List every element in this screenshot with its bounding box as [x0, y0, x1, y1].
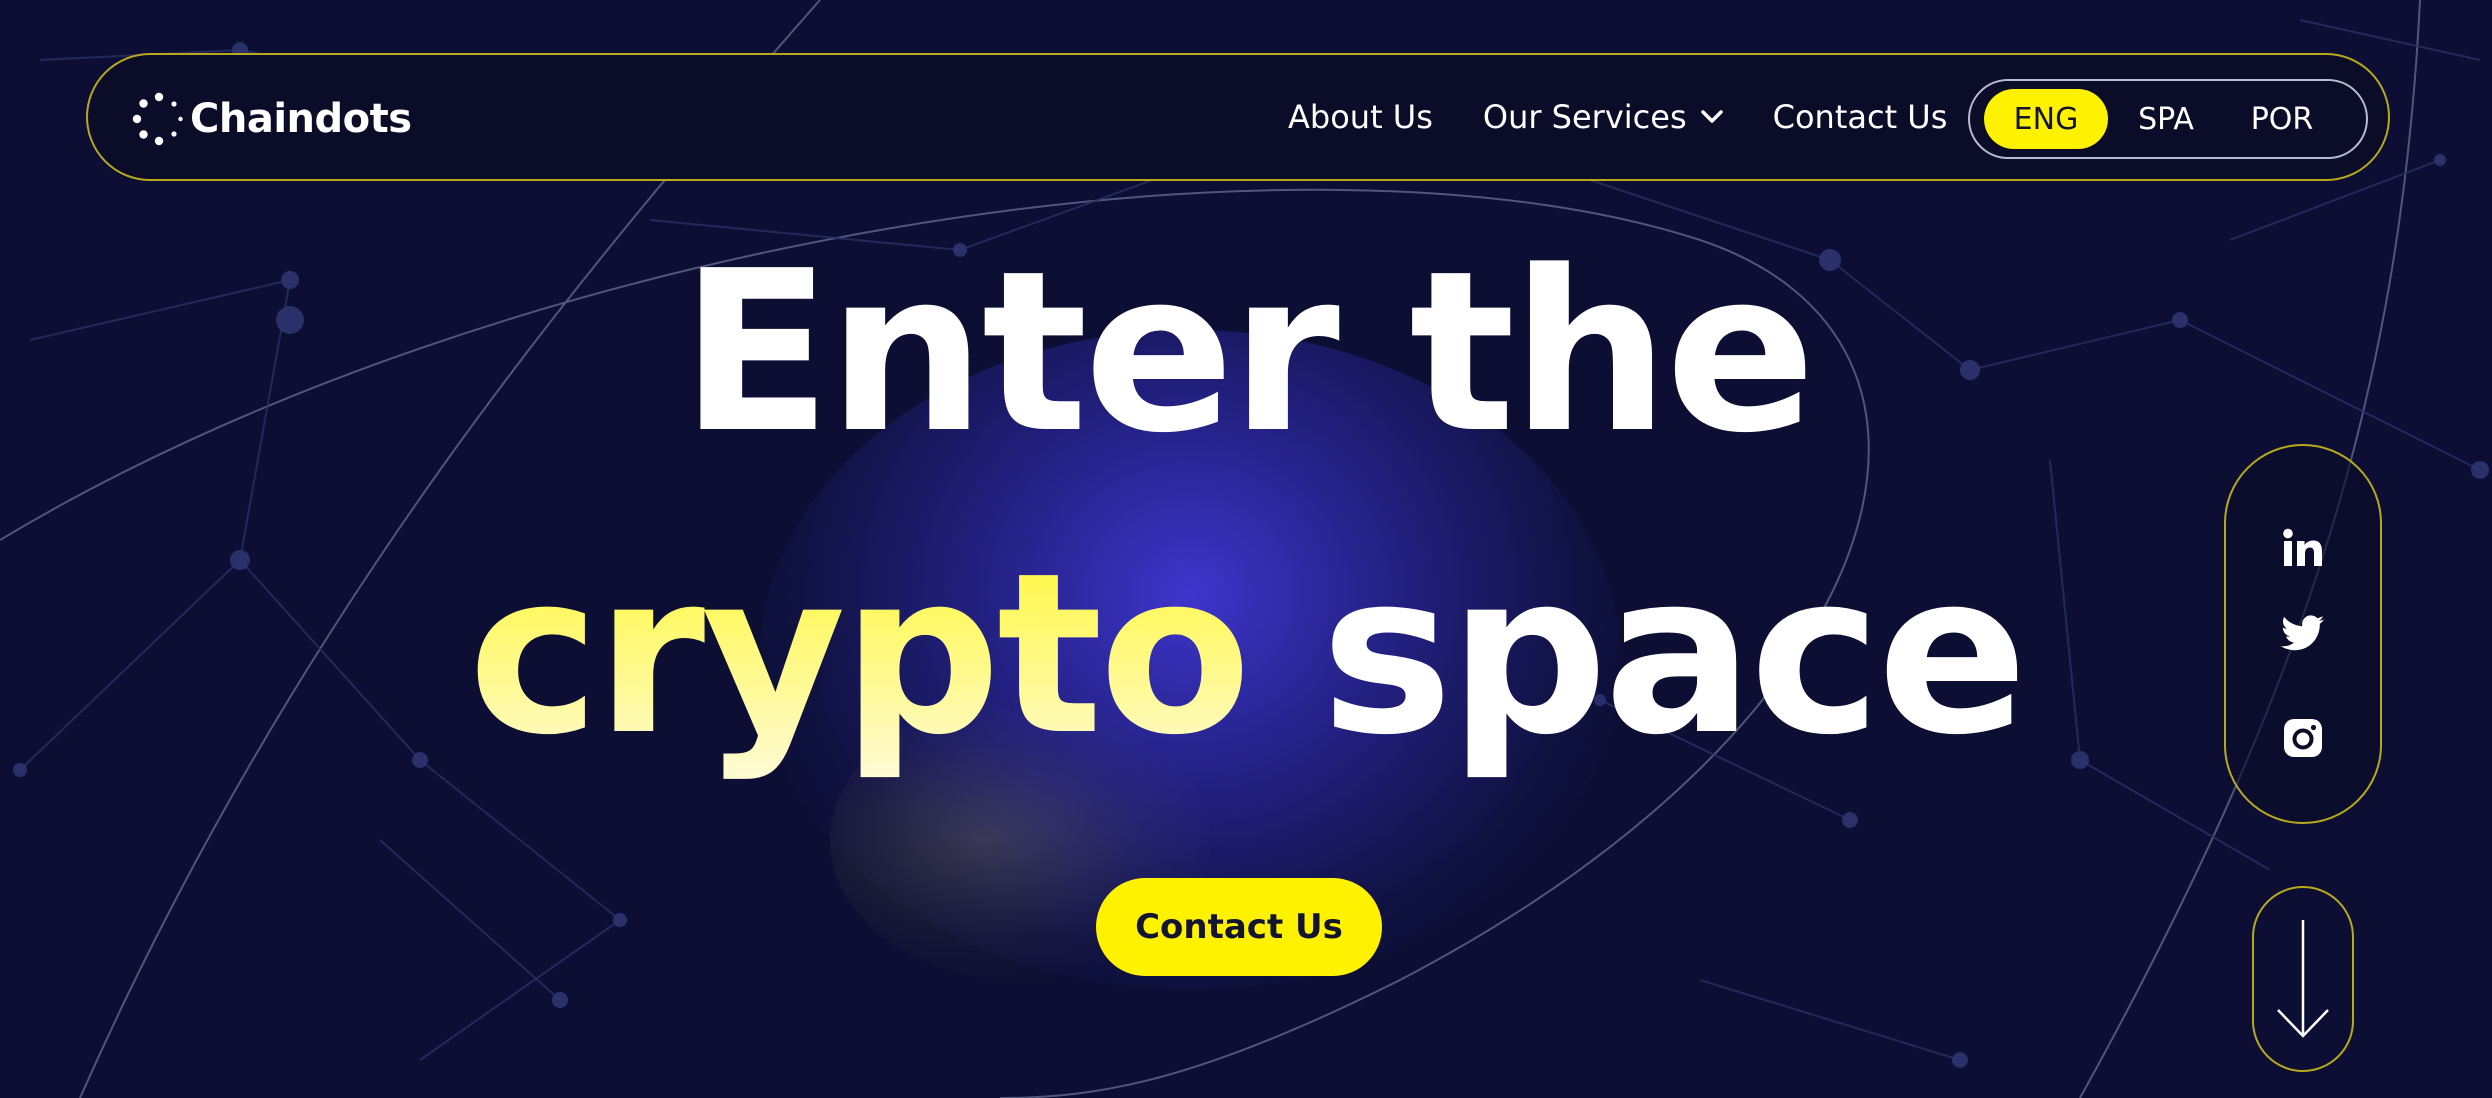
nav-link-about-us[interactable]: About Us — [1288, 98, 1433, 136]
hero-heading-rest: space — [1320, 526, 2028, 784]
language-switcher: ENG SPA POR — [1968, 79, 2368, 159]
linkedin-icon[interactable] — [2279, 524, 2327, 572]
language-option-spa[interactable]: SPA — [2108, 89, 2224, 149]
nav-menu: About Us Our Services Contact Us — [1288, 55, 1997, 179]
chaindots-logo-icon — [132, 92, 183, 146]
chevron-down-icon — [1700, 110, 1723, 123]
social-links-panel — [2224, 444, 2382, 824]
top-navbar: Chaindots About Us Our Services Contact … — [86, 53, 2390, 181]
nav-link-our-services-label: Our Services — [1482, 98, 1687, 136]
linkedin-glyph — [2283, 528, 2322, 566]
arrow-down-icon — [2277, 920, 2329, 1038]
language-option-eng[interactable]: ENG — [1984, 89, 2108, 149]
instagram-icon[interactable] — [2279, 714, 2327, 762]
nav-link-contact-us[interactable]: Contact Us — [1773, 98, 1948, 136]
brand-logo[interactable]: Chaindots — [132, 91, 412, 147]
hero-contact-button[interactable]: Contact Us — [1096, 878, 1382, 976]
twitter-icon[interactable] — [2279, 610, 2327, 658]
language-option-por[interactable]: POR — [2224, 89, 2340, 149]
hero-heading-line-1: Enter the — [680, 224, 1816, 482]
instagram-glyph — [2284, 719, 2322, 757]
hero-heading-highlight: crypto — [468, 526, 1251, 784]
hero-heading-line-2: crypto space — [0, 520, 2492, 790]
brand-name: Chaindots — [190, 96, 412, 142]
scroll-down-button[interactable] — [2252, 886, 2354, 1072]
nav-link-our-services[interactable]: Our Services — [1483, 98, 1723, 136]
twitter-glyph — [2281, 615, 2324, 651]
